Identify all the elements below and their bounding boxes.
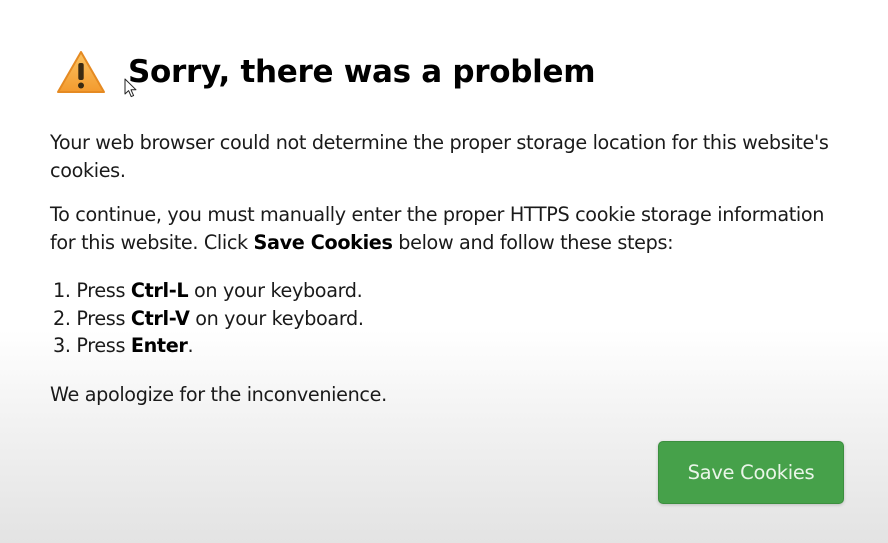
dialog-body: Your web browser could not determine the…: [50, 129, 850, 408]
step-prefix: 1. Press: [53, 279, 131, 302]
step-key: Enter: [130, 334, 188, 357]
step-key: Ctrl-L: [130, 279, 189, 302]
instructions-suffix: below and follow these steps:: [392, 230, 674, 254]
step-suffix: on your keyboard.: [188, 279, 363, 302]
step-item: 1. Press Ctrl-L on your keyboard.: [50, 277, 850, 305]
step-item: 3. Press Enter.: [50, 332, 850, 360]
step-suffix: on your keyboard.: [189, 306, 364, 330]
steps-list: 1. Press Ctrl-L on your keyboard. 2. Pre…: [50, 277, 850, 360]
step-item: 2. Press Ctrl-V on your keyboard.: [50, 305, 850, 333]
instructions-message: To continue, you must manually enter the…: [50, 201, 850, 256]
error-dialog: Sorry, there was a problem Your web brow…: [0, 0, 888, 543]
step-suffix: .: [187, 334, 194, 357]
save-cookies-emphasis: Save Cookies: [253, 230, 393, 254]
save-cookies-button[interactable]: Save Cookies: [658, 441, 844, 504]
warning-triangle-icon: [57, 51, 105, 93]
dialog-title: Sorry, there was a problem: [128, 54, 596, 90]
step-prefix: 2. Press: [53, 306, 131, 330]
storage-error-message: Your web browser could not determine the…: [50, 131, 829, 182]
step-prefix: 3. Press: [53, 334, 131, 357]
step-key: Ctrl-V: [130, 306, 190, 330]
apology-message: We apologize for the inconvenience.: [50, 382, 387, 406]
mouse-pointer-icon: [124, 78, 137, 98]
